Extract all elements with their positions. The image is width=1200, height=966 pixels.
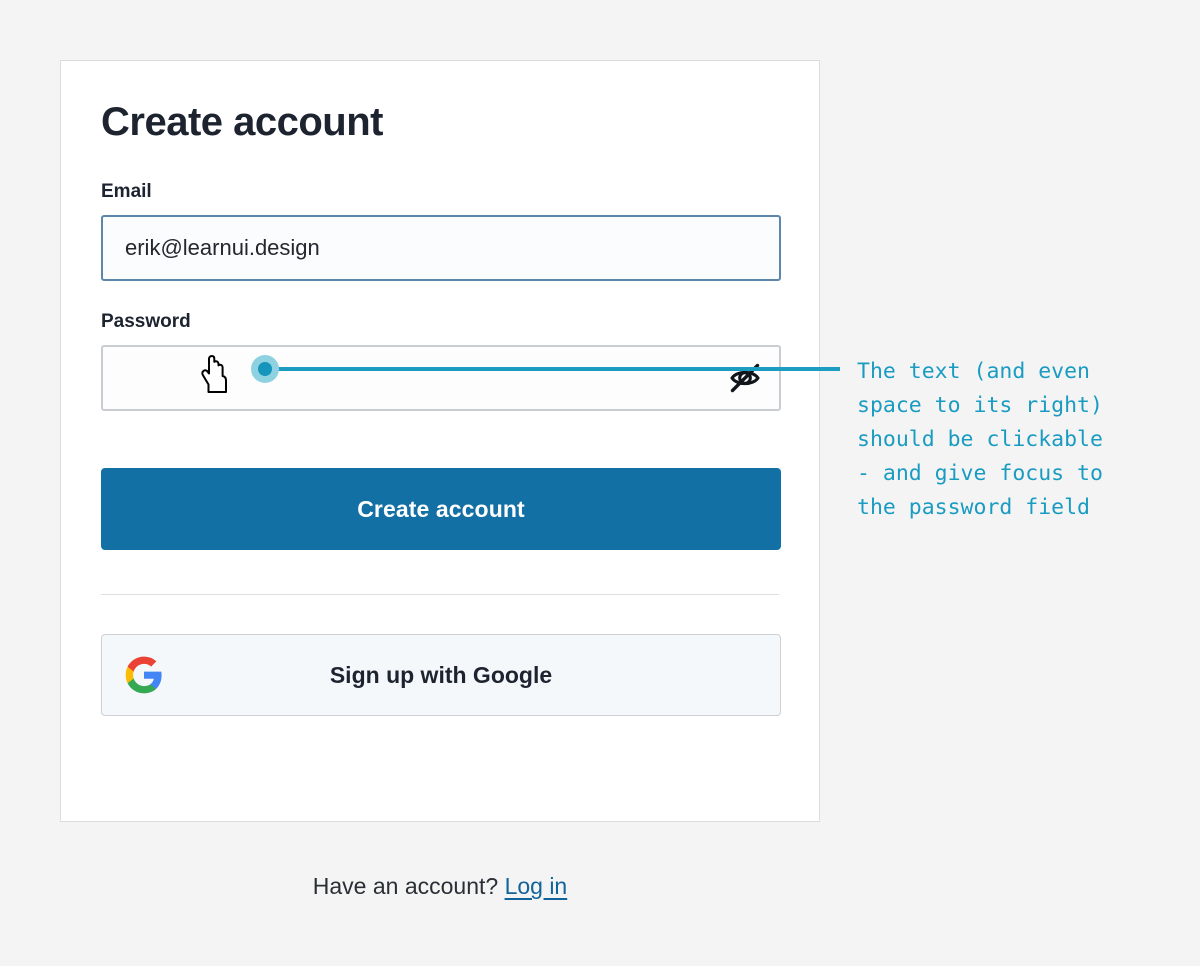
email-label[interactable]: Email (101, 181, 152, 203)
password-visibility-toggle-button[interactable] (723, 356, 767, 400)
email-input[interactable] (101, 215, 781, 281)
have-account-row: Have an account? Log in (0, 873, 880, 900)
have-account-prompt: Have an account? (312, 873, 499, 899)
create-account-button[interactable]: Create account (101, 468, 781, 550)
field-spacer (101, 281, 779, 311)
page-title: Create account (101, 100, 383, 144)
password-label[interactable]: Password (101, 311, 191, 333)
google-g-icon (125, 656, 162, 694)
annotation-text: The text (and even space to its right) s… (857, 359, 1103, 520)
password-field-group (101, 345, 781, 411)
card-footer: Sign up with Google (61, 595, 819, 716)
password-input[interactable] (101, 345, 781, 411)
annotation-dot (258, 362, 272, 376)
annotation-connector-line (265, 367, 840, 371)
create-account-card: Create account Email Password Create acc… (60, 60, 820, 822)
log-in-link[interactable]: Log in (505, 873, 568, 899)
sign-up-with-google-button[interactable]: Sign up with Google (101, 634, 781, 716)
eye-off-icon (730, 363, 760, 393)
card-body: Create account Email Password Create acc… (61, 61, 819, 595)
google-button-label: Sign up with Google (329, 661, 553, 688)
